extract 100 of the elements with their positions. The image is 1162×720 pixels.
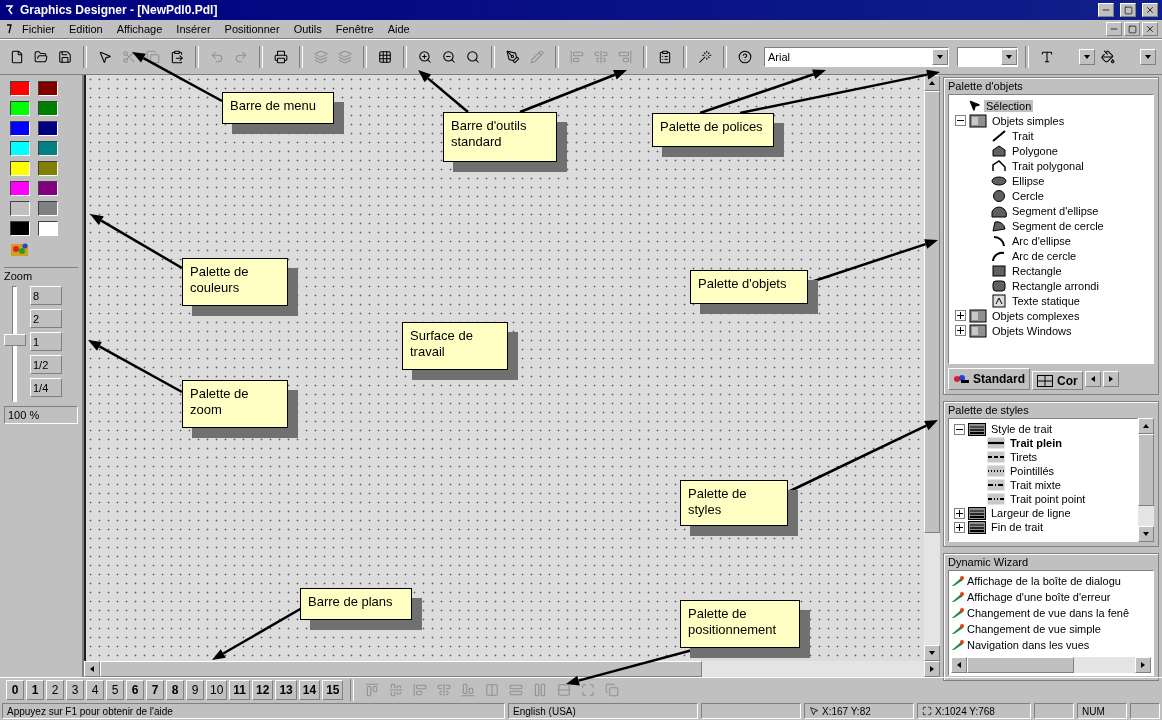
menu-item[interactable]: Fenêtre: [329, 22, 380, 36]
plane-button[interactable]: 14: [298, 680, 321, 700]
dropdown-button[interactable]: [1079, 49, 1095, 65]
expand-icon[interactable]: [954, 507, 965, 519]
tree-item[interactable]: Pointillés: [1008, 465, 1057, 477]
tree-item[interactable]: Segment de cercle: [1010, 219, 1106, 232]
scroll-left-button[interactable]: [84, 661, 100, 677]
scroll-left-button[interactable]: [951, 657, 967, 673]
color-swatch[interactable]: [10, 101, 30, 116]
slider-thumb[interactable]: [4, 333, 26, 346]
tree-item[interactable]: Arc de cercle: [1010, 249, 1079, 262]
tree-item[interactable]: Largeur de ligne: [989, 507, 1073, 519]
menu-item[interactable]: Affichage: [110, 22, 169, 36]
color-swatch[interactable]: [38, 181, 58, 196]
plane-button[interactable]: 2: [46, 680, 64, 700]
tree-item[interactable]: Trait plein: [1008, 437, 1064, 449]
close-button[interactable]: [1142, 22, 1158, 36]
minimize-button[interactable]: [1098, 3, 1114, 17]
color-swatch[interactable]: [10, 221, 30, 236]
tree-item[interactable]: Polygone: [1010, 144, 1060, 157]
wizard-item[interactable]: Affichage de la boîte de dialogu: [967, 575, 1121, 587]
scroll-up-button[interactable]: [1138, 418, 1154, 434]
vertical-scrollbar[interactable]: [924, 75, 940, 661]
color-swatch[interactable]: [10, 141, 30, 156]
wizard-item[interactable]: Changement de vue simple: [967, 623, 1101, 635]
horizontal-scrollbar[interactable]: [84, 661, 940, 677]
dropdown-button[interactable]: [932, 49, 948, 65]
collapse-icon[interactable]: [954, 423, 965, 435]
scroll-right-button[interactable]: [924, 661, 940, 677]
color-swatch[interactable]: [38, 201, 58, 216]
scroll-right-button[interactable]: [1135, 657, 1151, 673]
zoom-slider[interactable]: [4, 286, 24, 402]
tree-item[interactable]: Fin de trait: [989, 521, 1045, 533]
plane-button[interactable]: 3: [66, 680, 84, 700]
restore-button[interactable]: [1124, 22, 1140, 36]
color-swatch[interactable]: [38, 221, 58, 236]
wizard-item[interactable]: Changement de vue dans la fenê: [967, 607, 1130, 619]
color-swatch[interactable]: [10, 161, 30, 176]
expand-icon[interactable]: [955, 325, 966, 336]
vertical-scrollbar[interactable]: [1138, 418, 1154, 542]
menu-item[interactable]: Insérer: [170, 22, 217, 36]
tab-scroll-right-button[interactable]: [1102, 371, 1119, 387]
tree-item[interactable]: Objets Windows: [990, 324, 1074, 337]
menu-item[interactable]: Aide: [381, 22, 416, 36]
palette-tab[interactable]: Standard: [948, 368, 1030, 390]
expand-icon[interactable]: [955, 310, 966, 321]
tree-item[interactable]: Trait point point: [1008, 493, 1088, 505]
scroll-thumb[interactable]: [100, 661, 702, 677]
tree-item[interactable]: Arc d'ellipse: [1010, 234, 1073, 247]
scroll-down-button[interactable]: [924, 645, 940, 661]
collapse-icon[interactable]: [955, 115, 966, 126]
plane-button[interactable]: 7: [146, 680, 164, 700]
wizard-item[interactable]: Affichage d'une boîte d'erreur: [967, 591, 1111, 603]
scroll-down-button[interactable]: [1138, 526, 1154, 542]
tree-item[interactable]: Cercle: [1010, 189, 1046, 202]
tree-item[interactable]: Trait: [1010, 129, 1036, 142]
maximize-button[interactable]: [1120, 3, 1136, 17]
color-swatch[interactable]: [10, 181, 30, 196]
tree-item[interactable]: Objets simples: [990, 114, 1067, 127]
scroll-thumb[interactable]: [1138, 434, 1154, 506]
menu-item[interactable]: Edition: [63, 22, 109, 36]
tree-item[interactable]: Texte statique: [1010, 294, 1082, 307]
zoom-button[interactable]: 8: [30, 286, 62, 305]
minimize-button[interactable]: [1106, 22, 1122, 36]
font-size-combo[interactable]: [957, 47, 1018, 67]
plane-button[interactable]: 4: [86, 680, 104, 700]
tree-item[interactable]: Style de trait: [989, 423, 1055, 435]
font-combo[interactable]: Arial: [764, 47, 949, 67]
tree-item[interactable]: Tirets: [1008, 451, 1040, 463]
tree-item[interactable]: Rectangle arrondi: [1010, 279, 1101, 292]
plane-button[interactable]: 11: [229, 680, 251, 700]
dropdown-button[interactable]: [1140, 49, 1156, 65]
color-swatch[interactable]: [10, 81, 30, 96]
tree-item[interactable]: Segment d'ellipse: [1010, 204, 1101, 217]
tree-item[interactable]: Ellipse: [1010, 174, 1047, 187]
tree-item[interactable]: Sélection: [984, 99, 1034, 112]
plane-button[interactable]: 0: [6, 680, 24, 700]
color-swatch[interactable]: [38, 81, 58, 96]
plane-button[interactable]: 12: [252, 680, 274, 700]
plane-button[interactable]: 13: [275, 680, 297, 700]
palette-tab[interactable]: Cor: [1032, 371, 1083, 390]
plane-button[interactable]: 6: [126, 680, 144, 700]
color-swatch[interactable]: [38, 141, 58, 156]
tree-item[interactable]: Rectangle: [1010, 264, 1064, 277]
zoom-button[interactable]: 1/2: [30, 355, 62, 374]
wizard-item[interactable]: Navigation dans les vues: [967, 639, 1090, 651]
plane-button[interactable]: 8: [166, 680, 184, 700]
color-swatch[interactable]: [38, 121, 58, 136]
tree-item[interactable]: Trait mixte: [1008, 479, 1063, 491]
plane-button[interactable]: 1: [26, 680, 44, 700]
zoom-button[interactable]: 1/4: [30, 378, 62, 397]
menu-item[interactable]: Fichier: [16, 22, 61, 36]
plane-button[interactable]: 15: [322, 680, 344, 700]
color-swatch[interactable]: [10, 121, 30, 136]
scroll-thumb[interactable]: [924, 91, 940, 533]
color-swatch[interactable]: [38, 161, 58, 176]
expand-icon[interactable]: [954, 521, 965, 533]
color-swatch[interactable]: [10, 201, 30, 216]
close-button[interactable]: [1142, 3, 1158, 17]
plane-button[interactable]: 10: [206, 680, 228, 700]
